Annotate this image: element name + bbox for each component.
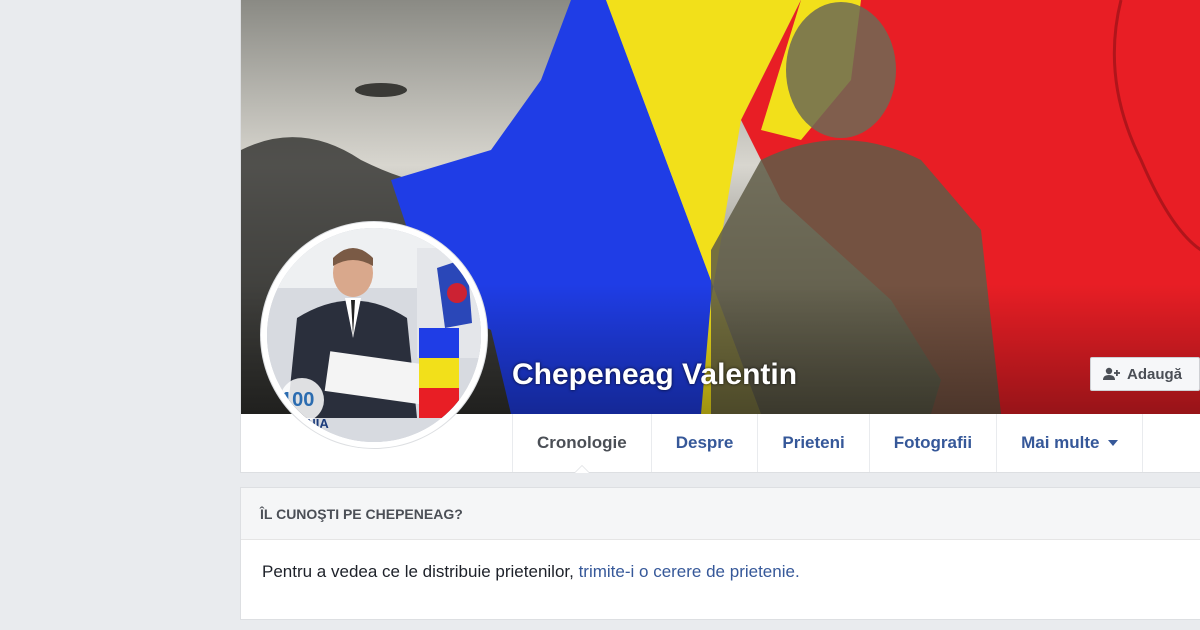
tab-label: Mai multe: [1021, 433, 1100, 452]
tab-label: Fotografii: [893, 433, 973, 452]
tab-cronologie[interactable]: Cronologie: [512, 414, 651, 473]
know-person-box: ÎL CUNOŞTI PE CHEPENEAG? Pentru a vedea …: [240, 487, 1200, 620]
chevron-down-icon: [1107, 440, 1118, 446]
avatar-badge-text: ÂNIA: [297, 416, 329, 431]
profile-card: Chepeneag Valentin Adaugă 100 ÂNIA Crono…: [240, 0, 1200, 473]
send-friend-request-link[interactable]: trimite-i o cerere de prietenie.: [579, 562, 800, 581]
know-box-text: Pentru a vedea ce le distribuie prieteni…: [262, 562, 579, 581]
add-friend-icon: [1103, 367, 1121, 381]
tab-mai-multe[interactable]: Mai multe: [996, 414, 1141, 472]
nav-divider: [1141, 414, 1143, 472]
profile-nav: Cronologie Despre Prieteni Fotografii Ma…: [512, 414, 1143, 473]
know-box-title: ÎL CUNOŞTI PE CHEPENEAG?: [241, 488, 1200, 540]
tab-prieteni[interactable]: Prieteni: [757, 414, 868, 472]
tab-label: Cronologie: [537, 433, 627, 452]
tab-fotografii[interactable]: Fotografii: [868, 414, 996, 472]
tab-label: Despre: [675, 433, 734, 452]
profile-picture-image: 100 ÂNIA: [267, 228, 481, 442]
tab-label: Prieteni: [782, 433, 845, 452]
profile-name[interactable]: Chepeneag Valentin: [512, 358, 797, 392]
tab-despre[interactable]: Despre: [650, 414, 758, 472]
know-box-body: Pentru a vedea ce le distribuie prieteni…: [241, 540, 1200, 582]
profile-picture[interactable]: 100 ÂNIA: [261, 222, 487, 448]
add-friend-label: Adaugă: [1127, 365, 1183, 383]
add-friend-button[interactable]: Adaugă: [1090, 357, 1200, 391]
